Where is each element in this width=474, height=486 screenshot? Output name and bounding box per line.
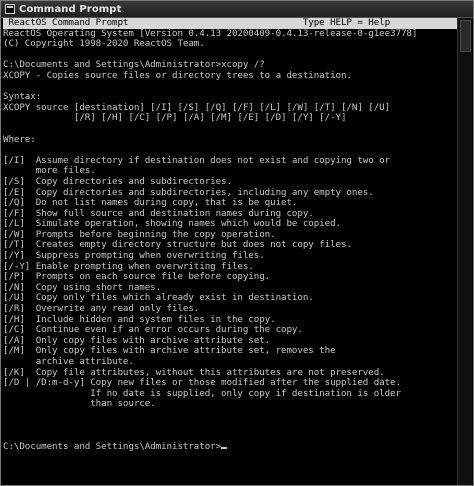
console-output[interactable]: ReactOS Command Prompt Type HELP = Help … xyxy=(3,18,457,484)
console-line: [/S] Copy directories and subdirectories… xyxy=(3,175,232,187)
window-title: Command Prompt xyxy=(19,3,122,15)
console-line: than source. xyxy=(3,398,156,410)
scrollbar-thumb[interactable] xyxy=(460,20,471,52)
text-cursor xyxy=(221,446,228,449)
command-prompt-window: Command Prompt ReactOS Command Prompt Ty… xyxy=(0,0,474,486)
console-line: archive attribute. xyxy=(3,356,134,367)
vertical-scrollbar[interactable] xyxy=(457,18,472,485)
console-app-icon xyxy=(5,4,15,14)
console-line: Where: xyxy=(3,133,36,145)
console-line: C:\Documents and Settings\Administrator> xyxy=(3,441,457,453)
console-line: (C) Copyright 1998-2020 ReactOS Team. xyxy=(3,38,205,50)
console-line: [/R] [/H] [/C] [/P] [/A] [/M] [/E] [/D] … xyxy=(3,112,347,124)
console-header-bar: ReactOS Command Prompt Type HELP = Help xyxy=(3,18,457,29)
title-bar[interactable]: Command Prompt xyxy=(1,1,473,18)
console-line: XCOPY - Copies source files or directory… xyxy=(3,69,352,81)
